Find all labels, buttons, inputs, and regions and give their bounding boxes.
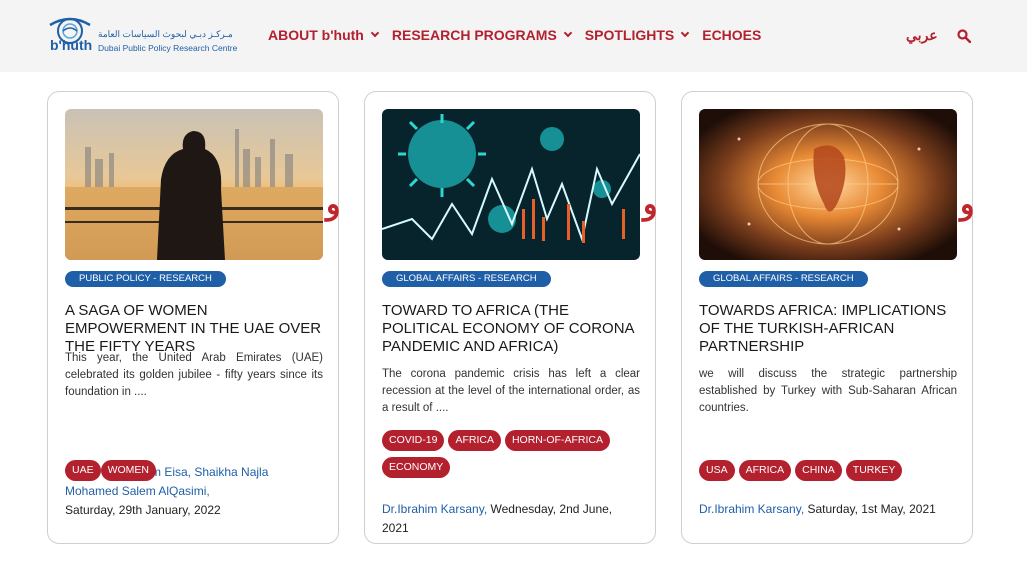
main-nav: ABOUT b'huth RESEARCH PROGRAMS SPOTLIGHT… <box>268 27 775 43</box>
nav-spotlights-label: SPOTLIGHTS <box>584 27 675 43</box>
tag-list: USA AFRICA CHINA TURKEY <box>699 460 959 481</box>
category-badge[interactable]: GLOBAL AFFAIRS - RESEARCH <box>699 271 868 287</box>
article-date: Saturday, 1st May, 2021 <box>807 502 936 516</box>
article-title[interactable]: A SAGA OF WOMEN EMPOWERMENT IN THE UAE O… <box>65 302 325 356</box>
nav-about[interactable]: ABOUT b'huth <box>268 27 380 43</box>
brand-mark-icon: و <box>643 187 658 222</box>
nav-spotlights[interactable]: SPOTLIGHTS <box>584 27 690 43</box>
article-author[interactable]: Dr.Ibrahim Karsany, <box>382 502 487 516</box>
tag-usa[interactable]: USA <box>699 460 735 481</box>
article-card[interactable]: و GLOBAL AFFAIRS - RESEARCH TOWARD TO AF… <box>364 91 658 544</box>
nav-echoes[interactable]: ECHOES <box>702 27 761 43</box>
site-logo[interactable]: b'huth مـركـز دبـي لبحوث السياسات العامة… <box>46 17 238 57</box>
tag-africa[interactable]: AFRICA <box>448 430 501 451</box>
tag-turkey[interactable]: TURKEY <box>845 460 903 481</box>
chevron-down-icon <box>680 28 690 38</box>
brand-mark-icon: و <box>326 187 341 222</box>
article-image[interactable] <box>382 109 640 260</box>
article-meta: Dr.Ibrahim Karsany, Wednesday, 2nd June,… <box>382 500 642 538</box>
tag-economy[interactable]: ECONOMY <box>382 457 451 478</box>
tag-list: COVID-19 AFRICA HORN-OF-AFRICA ECONOMY <box>382 430 642 478</box>
tag-uae[interactable]: UAE <box>65 460 101 481</box>
article-excerpt: we will discuss the strategic partnershi… <box>699 368 957 414</box>
article-date: Saturday, 29th January, 2022 <box>65 503 221 517</box>
tag-list: UAE WOMEN <box>65 460 325 481</box>
article-excerpt: The corona pandemic crisis has left a cl… <box>382 368 640 414</box>
category-badge[interactable]: GLOBAL AFFAIRS - RESEARCH <box>382 271 551 287</box>
article-title[interactable]: TOWARD TO AFRICA (THE POLITICAL ECONOMY … <box>382 302 642 356</box>
nav-about-label: ABOUT b'huth <box>268 27 364 43</box>
nav-echoes-label: ECHOES <box>702 27 762 43</box>
article-card[interactable]: و GLOBAL AFFAIRS - RESEARCH TOWARDS AFRI… <box>681 91 975 544</box>
tag-covid-19[interactable]: COVID-19 <box>382 430 445 451</box>
article-author[interactable]: Dr.Ibrahim Karsany, <box>699 502 804 516</box>
logo-arabic-text: مـركـز دبـي لبحوث السياسات العامة <box>98 29 233 39</box>
search-icon[interactable] <box>957 29 971 43</box>
article-meta: Dr.Ibrahim Karsany, Saturday, 1st May, 2… <box>699 500 959 519</box>
article-image[interactable] <box>65 109 323 260</box>
logo-wordmark: b'huth <box>50 37 93 53</box>
tag-china[interactable]: CHINA <box>795 460 842 481</box>
chevron-down-icon <box>370 28 380 38</box>
article-card[interactable]: و PUBLIC POLICY - RESEARCH A SAGA OF WOM… <box>47 91 341 544</box>
tag-women[interactable]: WOMEN <box>100 460 157 481</box>
tag-africa[interactable]: AFRICA <box>738 460 792 481</box>
language-switch[interactable]: عربي <box>906 27 938 44</box>
logo-subtitle: Dubai Public Policy Research Centre <box>98 43 238 53</box>
article-title[interactable]: TOWARDS AFRICA: IMPLICATIONS OF THE TURK… <box>699 302 959 356</box>
article-excerpt: This year, the United Arab Emirates (UAE… <box>65 352 323 398</box>
nav-research-programs-label: RESEARCH PROGRAMS <box>391 27 557 43</box>
tag-horn-of-africa[interactable]: HORN-OF-AFRICA <box>504 430 610 451</box>
brand-mark-icon: و <box>960 187 975 222</box>
article-image[interactable] <box>699 109 957 260</box>
nav-research-programs[interactable]: RESEARCH PROGRAMS <box>391 27 573 43</box>
chevron-down-icon <box>563 28 573 38</box>
site-header: b'huth مـركـز دبـي لبحوث السياسات العامة… <box>0 0 1027 72</box>
category-badge[interactable]: PUBLIC POLICY - RESEARCH <box>65 271 226 287</box>
